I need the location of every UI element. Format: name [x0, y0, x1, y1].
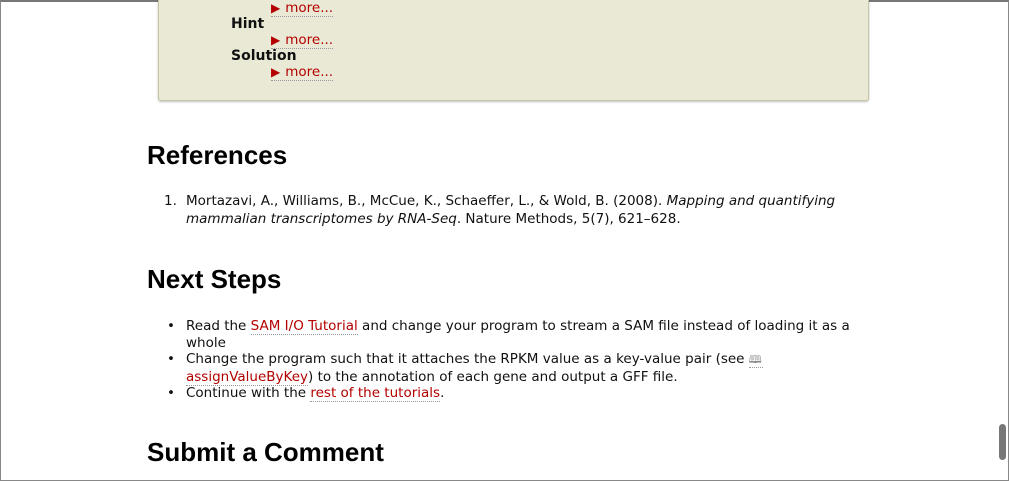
- references-heading: References: [147, 140, 288, 170]
- triangle-right-icon: ▶: [271, 65, 281, 79]
- scrollbar-thumb[interactable]: [999, 424, 1006, 460]
- sam-io-tutorial-link[interactable]: SAM I/O Tutorial: [250, 318, 358, 335]
- list-item: • Change the program such that it attache…: [167, 351, 763, 386]
- solution-label: Solution: [231, 48, 297, 64]
- list-item: • Read the SAM I/O Tutorial and change yo…: [167, 318, 850, 351]
- submit-comment-heading: Submit a Comment: [147, 437, 384, 467]
- next-steps-list: • Read the SAM I/O Tutorial and change yo…: [167, 318, 867, 402]
- hint-box: ▶ more... Hint ▶ more... Solution ▶ more...: [158, 0, 869, 101]
- reference-item: 1. Mortazavi, A., Williams, B., McCue, K…: [164, 193, 836, 227]
- triangle-right-icon: ▶: [271, 33, 281, 47]
- triangle-right-icon: ▶: [271, 1, 281, 15]
- rest-of-tutorials-link[interactable]: rest of the tutorials: [310, 385, 441, 402]
- hint-label: Hint: [231, 16, 265, 32]
- list-item: • Continue with the rest of the tutorials…: [167, 385, 445, 402]
- book-icon: 🕮: [748, 353, 762, 366]
- next-steps-heading: Next Steps: [147, 264, 282, 294]
- more-link[interactable]: ▶ more...: [271, 0, 334, 17]
- solution-more-link[interactable]: ▶ more...: [271, 64, 334, 81]
- hint-more-link[interactable]: ▶ more...: [271, 32, 334, 49]
